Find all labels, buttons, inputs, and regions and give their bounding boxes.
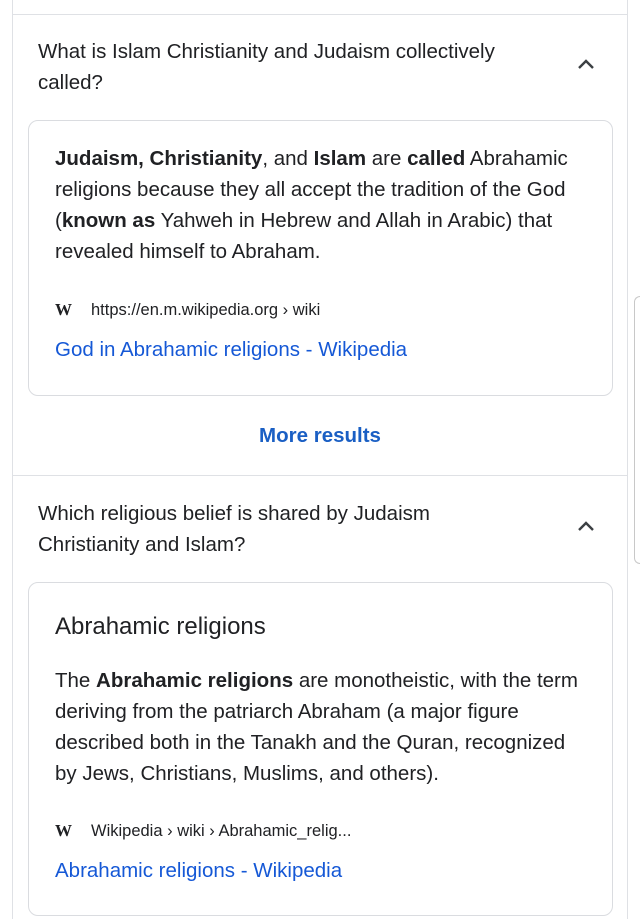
answer-highlight: Abrahamic religions xyxy=(96,669,294,692)
answer-text: The xyxy=(55,669,97,692)
answer-highlight: Islam xyxy=(313,147,367,170)
answer-text: , and xyxy=(262,147,314,170)
answer-snippet: The Abrahamic religions are monotheistic… xyxy=(55,665,590,789)
source-line[interactable]: W https://en.m.wikipedia.org › wiki xyxy=(55,298,320,322)
source-line[interactable]: W Wikipedia › wiki › Abrahamic_relig... xyxy=(55,819,351,843)
answer-card: Abrahamic religions The Abrahamic religi… xyxy=(28,582,613,916)
result-link[interactable]: God in Abrahamic religions - Wikipedia xyxy=(55,336,407,364)
more-results-button[interactable]: More results xyxy=(12,424,628,448)
faq-question[interactable]: Which religious belief is shared by Juda… xyxy=(38,498,498,560)
result-link[interactable]: Abrahamic religions - Wikipedia xyxy=(55,857,342,885)
source-url[interactable]: Wikipedia › wiki › Abrahamic_relig... xyxy=(91,822,351,841)
scrollbar[interactable] xyxy=(634,296,640,564)
divider xyxy=(12,475,628,476)
faq-question[interactable]: What is Islam Christianity and Judaism c… xyxy=(38,36,538,98)
wikipedia-w-icon: W xyxy=(55,300,72,319)
chevron-up-icon[interactable] xyxy=(574,516,598,536)
answer-highlight: Judaism, Christianity xyxy=(55,147,263,170)
wikipedia-w-icon: W xyxy=(55,821,72,840)
answer-text: are xyxy=(366,147,408,170)
divider xyxy=(12,14,628,15)
source-url[interactable]: https://en.m.wikipedia.org › wiki xyxy=(91,301,320,320)
answer-highlight: known as xyxy=(61,209,156,232)
chevron-up-icon[interactable] xyxy=(574,54,598,74)
answer-highlight: called xyxy=(407,147,466,170)
answer-card: Judaism, Christianity, and Islam are cal… xyxy=(28,120,613,396)
card-title: Abrahamic religions xyxy=(55,613,266,640)
answer-snippet: Judaism, Christianity, and Islam are cal… xyxy=(55,143,590,267)
